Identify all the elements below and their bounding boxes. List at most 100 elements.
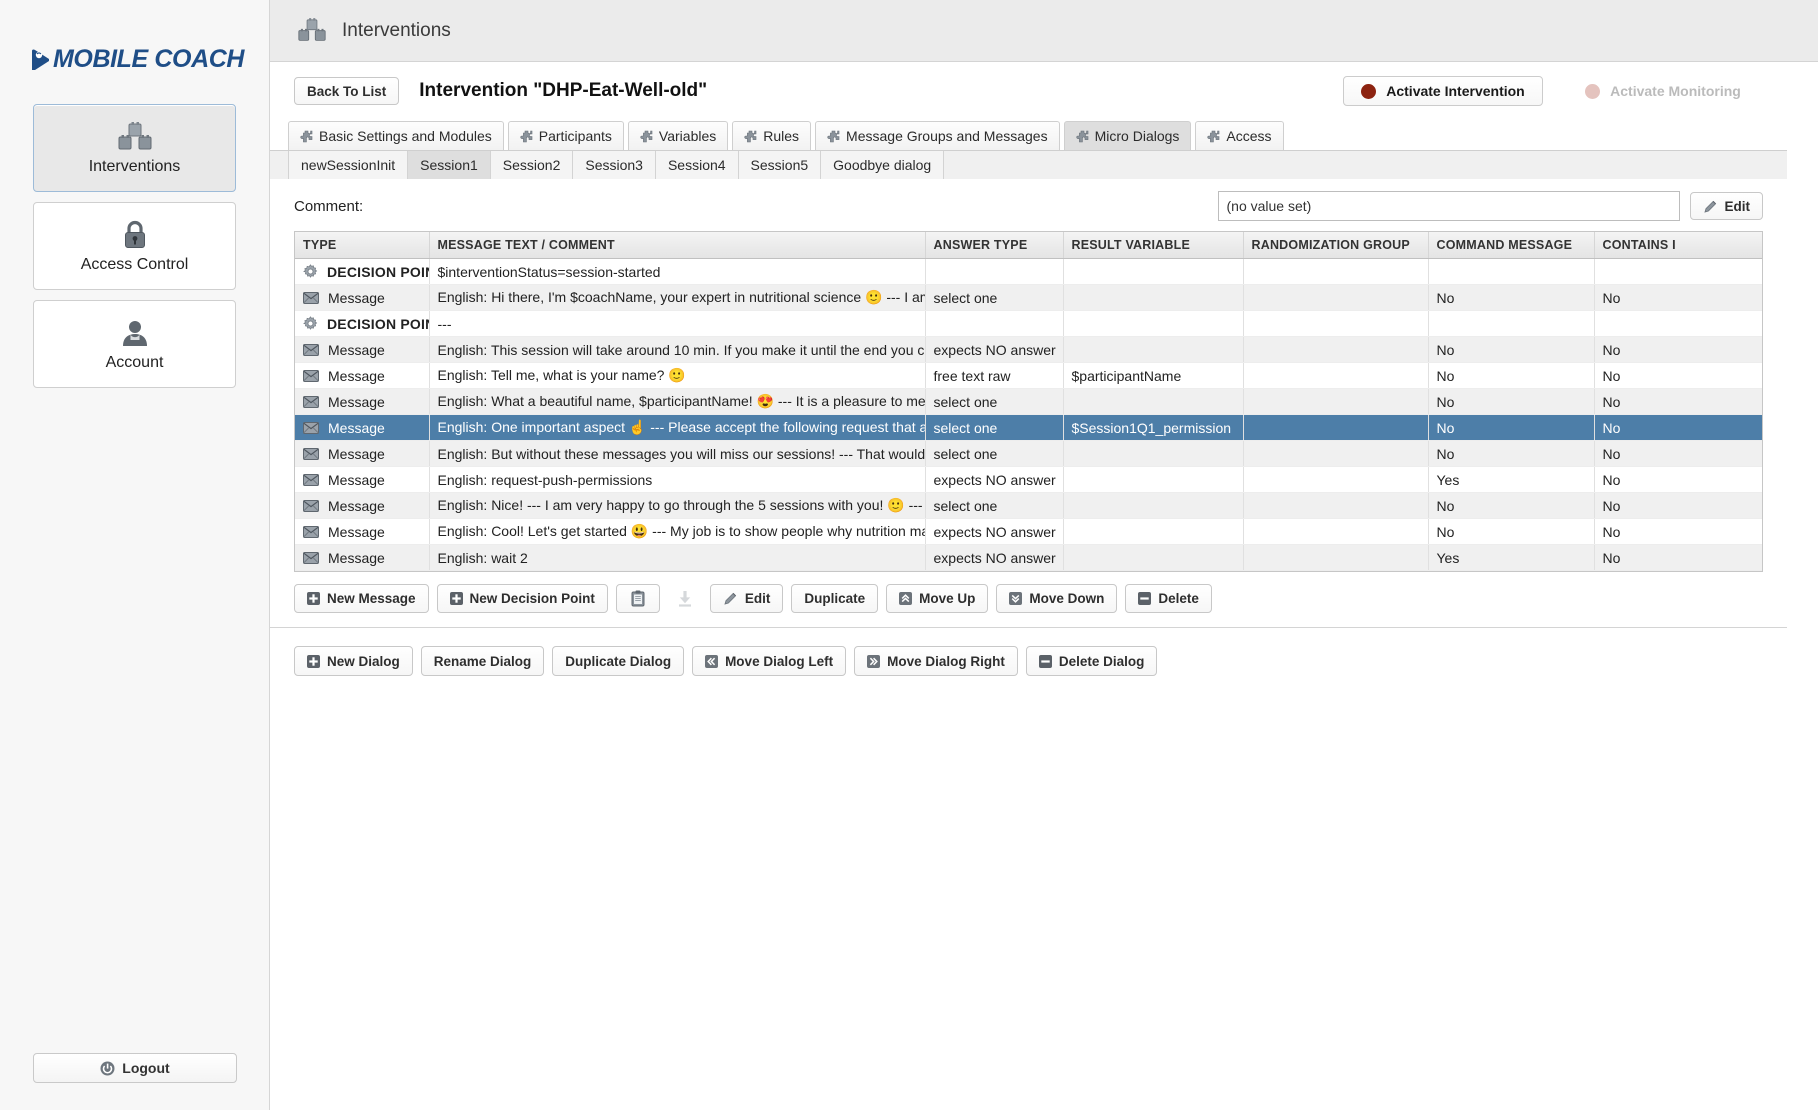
rename-dialog-button[interactable]: Rename Dialog — [420, 646, 545, 676]
move-up-button[interactable]: Move Up — [886, 584, 989, 613]
row-randomization-group — [1243, 336, 1429, 363]
row-randomization-group — [1243, 362, 1429, 389]
sidebar-item-account[interactable]: Account — [33, 300, 236, 388]
subtab-session3[interactable]: Session3 — [573, 151, 656, 179]
row-randomization-group — [1243, 466, 1429, 493]
status-dot-icon — [1361, 83, 1377, 99]
table-row[interactable]: Message English: Nice! --- I am very happ… — [295, 492, 1762, 519]
table-row[interactable]: Message English: wait 2 expects NO answer Y… — [295, 544, 1762, 571]
table-row[interactable]: DECISION POINT--- — [295, 310, 1762, 337]
micro-dialog-table: TYPE MESSAGE TEXT / COMMENT ANSWER TYPE RES… — [295, 232, 1762, 571]
activate-intervention-button[interactable]: Activate Intervention — [1343, 76, 1543, 106]
paste-button[interactable] — [668, 584, 702, 613]
row-answer-type: expects NO answer — [925, 544, 1064, 571]
tab-micro-dialogs[interactable]: Micro Dialogs — [1063, 121, 1192, 150]
row-message-text: English: Nice! --- I am very happy to go… — [429, 492, 926, 519]
subtab-session2[interactable]: Session2 — [490, 151, 574, 179]
tab-rules[interactable]: Rules — [732, 121, 812, 150]
table-row[interactable]: Message English: This session will take a… — [295, 336, 1762, 363]
row-contains: No — [1594, 544, 1762, 571]
duplicate-row-button[interactable]: Duplicate — [791, 584, 879, 613]
row-type-cell: Message — [295, 362, 430, 389]
move-down-button[interactable]: Move Down — [996, 584, 1118, 613]
copy-button[interactable] — [615, 584, 660, 613]
new-decision-point-button[interactable]: New Decision Point — [436, 584, 608, 613]
table-body: DECISION POINT$interventionStatus=sessio… — [295, 258, 1762, 571]
activate-intervention-label: Activate Intervention — [1386, 83, 1525, 99]
column-header[interactable]: RANDOMIZATION GROUP — [1243, 232, 1429, 259]
row-message-text: English: This session will take around 1… — [429, 336, 926, 363]
column-header[interactable]: RESULT VARIABLE — [1063, 232, 1244, 259]
tab-basic-settings-and-modules[interactable]: Basic Settings and Modules — [288, 121, 504, 150]
interventions-blocks-icon — [118, 120, 152, 154]
new-message-button[interactable]: New Message — [294, 584, 429, 613]
tab-access[interactable]: Access — [1195, 121, 1284, 150]
puzzle-icon — [300, 130, 313, 143]
comment-input[interactable] — [1217, 191, 1680, 221]
delete-dialog-button[interactable]: Delete Dialog — [1025, 646, 1158, 676]
new-dialog-button[interactable]: New Dialog — [294, 646, 413, 676]
column-header[interactable]: TYPE — [295, 232, 430, 259]
app-root: MOBILE COACH Interventions Access Contro… — [0, 0, 1818, 1110]
row-command-message: No — [1428, 388, 1595, 415]
logout-button[interactable]: Logout — [33, 1053, 237, 1083]
tab-message-groups-and-messages[interactable]: Message Groups and Messages — [815, 121, 1060, 150]
table-header-row: TYPE MESSAGE TEXT / COMMENT ANSWER TYPE RES… — [295, 232, 1762, 259]
duplicate-dialog-button[interactable]: Duplicate Dialog — [552, 646, 685, 676]
subtab-goodbye-dialog[interactable]: Goodbye dialog — [821, 151, 945, 179]
table-row[interactable]: Message English: Hi there, I'm $coachName… — [295, 284, 1762, 311]
tab-label: Variables — [658, 128, 717, 144]
table-row[interactable]: Message English: But without these messag… — [295, 440, 1762, 467]
subtab-session1[interactable]: Session1 — [408, 151, 491, 179]
gear-icon — [303, 316, 318, 331]
table-row[interactable]: Message English: Tell me, what is your na… — [295, 362, 1762, 389]
move-dialog-right-button[interactable]: Move Dialog Right — [854, 646, 1018, 676]
move-dialog-right-label: Move Dialog Right — [887, 653, 1005, 669]
row-answer-type — [925, 310, 1064, 337]
row-type-label: Message — [328, 393, 385, 410]
delete-row-label: Delete — [1158, 591, 1199, 606]
power-icon — [100, 1061, 115, 1076]
table-row[interactable]: DECISION POINT$interventionStatus=sessio… — [295, 258, 1762, 285]
row-message-text: English: Cool! Let's get started 😃 --- M… — [429, 518, 926, 545]
row-type-label: Message — [328, 341, 385, 358]
row-message-text: English: What a beautiful name, $partici… — [429, 388, 926, 415]
subtab-session5[interactable]: Session5 — [738, 151, 822, 179]
row-type-cell: DECISION POINT — [295, 310, 430, 337]
edit-row-button[interactable]: Edit — [709, 584, 784, 613]
delete-row-button[interactable]: Delete — [1125, 584, 1212, 613]
row-result-variable — [1063, 336, 1244, 363]
row-command-message: No — [1428, 336, 1595, 363]
column-header[interactable]: ANSWER TYPE — [925, 232, 1064, 259]
micro-dialog-table-container[interactable]: TYPE MESSAGE TEXT / COMMENT ANSWER TYPE RES… — [294, 231, 1763, 572]
subtab-newsessioninit[interactable]: newSessionInit — [288, 151, 409, 179]
sidebar-item-access-control[interactable]: Access Control — [33, 202, 236, 290]
main-tabs: Basic Settings and Modules Participants Va… — [270, 120, 1787, 150]
row-type-label: Message — [328, 445, 385, 462]
row-randomization-group — [1243, 414, 1429, 441]
column-header[interactable]: CONTAINS I — [1594, 232, 1762, 259]
column-header[interactable]: MESSAGE TEXT / COMMENT — [429, 232, 926, 259]
edit-comment-button[interactable]: Edit — [1689, 192, 1763, 220]
row-type-cell: Message — [295, 492, 430, 519]
tab-participants[interactable]: Participants — [507, 121, 624, 150]
row-result-variable — [1063, 310, 1244, 337]
lock-icon — [122, 218, 148, 252]
activate-monitoring-button[interactable]: Activate Monitoring — [1563, 76, 1763, 106]
table-row[interactable]: Message English: Cool! Let's get started … — [295, 518, 1762, 545]
tab-label: Access — [1226, 128, 1272, 144]
tab-variables[interactable]: Variables — [627, 121, 729, 150]
move-dialog-left-button[interactable]: Move Dialog Left — [692, 646, 847, 676]
row-command-message: No — [1428, 362, 1595, 389]
back-to-list-button[interactable]: Back To List — [294, 77, 400, 105]
sidebar-item-interventions[interactable]: Interventions — [33, 104, 236, 192]
puzzle-icon — [640, 130, 653, 143]
row-message-text: English: wait 2 — [429, 544, 926, 571]
table-row[interactable]: Message English: One important aspect ☝ -… — [295, 414, 1762, 441]
table-row[interactable]: Message English: What a beautiful name, $… — [295, 388, 1762, 415]
column-header[interactable]: COMMAND MESSAGE — [1428, 232, 1595, 259]
row-answer-type: select one — [925, 388, 1064, 415]
table-row[interactable]: Message English: request-push-permissions… — [295, 466, 1762, 493]
puzzle-icon — [1076, 130, 1089, 143]
subtab-session4[interactable]: Session4 — [655, 151, 739, 179]
